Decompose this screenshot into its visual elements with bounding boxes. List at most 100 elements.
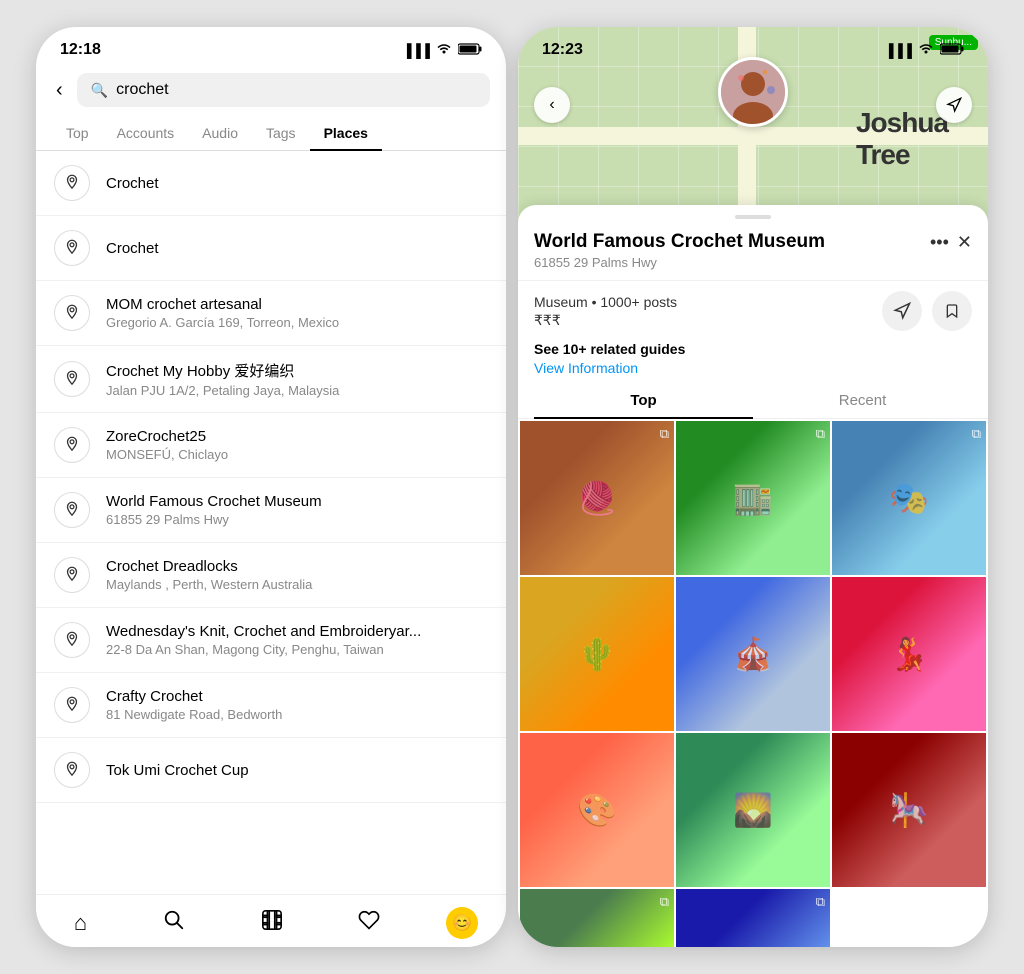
sheet-meta-left: Museum • 1000+ posts ₹₹₹ (534, 294, 677, 329)
photo-cell[interactable]: 🌄 (676, 733, 830, 887)
photo-cell[interactable]: 🌵 (520, 577, 674, 731)
photo-thumbnail: 🎪 (676, 577, 830, 731)
sheet-guides: See 10+ related guides View Information (518, 337, 988, 384)
search-bar-row: ‹ 🔍 crochet (36, 67, 506, 117)
bottom-sheet: World Famous Crochet Museum ••• ✕ 61855 … (518, 205, 988, 947)
sheet-title-row: World Famous Crochet Museum ••• ✕ (534, 231, 972, 253)
nav-search[interactable] (153, 905, 195, 941)
place-item[interactable]: Crochet (36, 151, 506, 216)
photo-cell[interactable]: 🎨 (520, 733, 674, 887)
place-item[interactable]: Tok Umi Crochet Cup (36, 738, 506, 803)
multi-photo-icon: ⧉ (660, 426, 669, 442)
photo-thumbnail: 💃 (832, 577, 986, 731)
right-time: 12:23 (542, 41, 583, 59)
nav-profile[interactable]: 😊 (446, 907, 478, 939)
map-location-label: JoshuaTree (856, 107, 948, 171)
app-container: 12:18 ▐▐▐ ‹ 🔍 crochet Top (16, 7, 1008, 967)
place-item[interactable]: ZoreCrochet25 MONSEFÚ, Chiclayo (36, 413, 506, 478)
map-nav-button[interactable] (936, 87, 972, 123)
photo-cell[interactable]: 🎠 (832, 733, 986, 887)
sheet-tab-top[interactable]: Top (534, 384, 753, 419)
place-pin-icon (54, 752, 90, 788)
photo-cell[interactable]: 🏪 ⧉ (520, 889, 674, 947)
place-pin-icon (54, 427, 90, 463)
place-address: 61855 29 Palms Hwy (106, 512, 488, 527)
tab-top[interactable]: Top (52, 117, 103, 151)
nav-home[interactable]: ⌂ (64, 906, 97, 940)
map-back-button[interactable]: ‹ (534, 87, 570, 123)
left-phone: 12:18 ▐▐▐ ‹ 🔍 crochet Top (36, 27, 506, 947)
sheet-currency: ₹₹₹ (534, 312, 677, 329)
sheet-title: World Famous Crochet Museum (534, 231, 922, 253)
wifi-icon (436, 43, 452, 58)
place-pin-icon (54, 230, 90, 266)
place-item[interactable]: Crafty Crochet 81 Newdigate Road, Bedwor… (36, 673, 506, 738)
view-info-link[interactable]: View Information (534, 360, 972, 376)
place-info: Wednesday's Knit, Crochet and Embroidery… (106, 623, 488, 657)
place-list: Crochet Crochet MOM (36, 151, 506, 935)
bottom-nav: ⌂ 😊 (36, 894, 506, 947)
sheet-tab-recent[interactable]: Recent (753, 384, 972, 419)
right-status-icons: ▐▐▐ (884, 43, 964, 58)
right-wifi-icon (918, 43, 934, 58)
place-name: Crafty Crochet (106, 688, 488, 705)
place-pin-icon (54, 361, 90, 397)
place-name: MOM crochet artesanal (106, 296, 488, 313)
signal-icon: ▐▐▐ (402, 43, 430, 58)
left-content: ‹ 🔍 crochet TopAccountsAudioTagsPlaces (36, 67, 506, 935)
place-info: Crochet My Hobby 爱好编织 Jalan PJU 1A/2, Pe… (106, 360, 488, 398)
photo-thumbnail: 🎠 (832, 733, 986, 887)
photo-thumbnail: 🧶 (520, 421, 674, 575)
place-item[interactable]: Crochet Dreadlocks Maylands , Perth, Wes… (36, 543, 506, 608)
sheet-meta-row: Museum • 1000+ posts ₹₹₹ (518, 281, 988, 337)
sheet-more-button[interactable]: ••• (922, 232, 957, 253)
send-button[interactable] (882, 291, 922, 331)
photo-cell[interactable]: 🎭 ⧉ (832, 421, 986, 575)
place-address: 22-8 Da An Shan, Magong City, Penghu, Ta… (106, 642, 488, 657)
place-name: Crochet (106, 240, 488, 257)
photo-thumbnail: 🎡 (676, 889, 830, 947)
bookmark-button[interactable] (932, 291, 972, 331)
photo-cell[interactable]: 🧶 ⧉ (520, 421, 674, 575)
photo-cell[interactable]: 🎡 ⧉ (676, 889, 830, 947)
multi-photo-icon: ⧉ (660, 894, 669, 910)
place-item[interactable]: Wednesday's Knit, Crochet and Embroidery… (36, 608, 506, 673)
sheet-address: 61855 29 Palms Hwy (534, 255, 972, 270)
place-item[interactable]: MOM crochet artesanal Gregorio A. García… (36, 281, 506, 346)
place-item[interactable]: World Famous Crochet Museum 61855 29 Pal… (36, 478, 506, 543)
see-guides-text[interactable]: See 10+ related guides (534, 341, 972, 357)
place-name: ZoreCrochet25 (106, 428, 488, 445)
right-status-bar: 12:23 ▐▐▐ (518, 27, 988, 67)
place-pin-icon (54, 295, 90, 331)
tab-places[interactable]: Places (310, 117, 382, 151)
place-name: Crochet Dreadlocks (106, 558, 488, 575)
profile-dot (464, 909, 472, 917)
multi-photo-icon: ⧉ (816, 894, 825, 910)
place-info: MOM crochet artesanal Gregorio A. García… (106, 296, 488, 330)
place-item[interactable]: Crochet (36, 216, 506, 281)
multi-photo-icon: ⧉ (816, 426, 825, 442)
search-icon: 🔍 (91, 82, 108, 99)
place-address: 81 Newdigate Road, Bedworth (106, 707, 488, 722)
photo-thumbnail: 🌵 (520, 577, 674, 731)
tab-tags[interactable]: Tags (252, 117, 310, 151)
sheet-close-button[interactable]: ✕ (957, 232, 972, 253)
photo-thumbnail: 🏪 (520, 889, 674, 947)
place-item[interactable]: Crochet My Hobby 爱好编织 Jalan PJU 1A/2, Pe… (36, 346, 506, 413)
nav-reels[interactable] (251, 905, 293, 941)
photo-cell[interactable]: 💃 (832, 577, 986, 731)
back-button[interactable]: ‹ (52, 75, 67, 106)
place-address: Gregorio A. García 169, Torreon, Mexico (106, 315, 488, 330)
right-battery-icon (940, 43, 964, 58)
search-input-wrap[interactable]: 🔍 crochet (77, 73, 490, 107)
place-info: ZoreCrochet25 MONSEFÚ, Chiclayo (106, 428, 488, 462)
tab-accounts[interactable]: Accounts (103, 117, 189, 151)
place-name: Crochet (106, 175, 488, 192)
search-value: crochet (116, 81, 168, 99)
photo-cell[interactable]: 🎪 (676, 577, 830, 731)
photo-thumbnail: 🌄 (676, 733, 830, 887)
tab-audio[interactable]: Audio (188, 117, 252, 151)
place-address: Jalan PJU 1A/2, Petaling Jaya, Malaysia (106, 383, 488, 398)
photo-cell[interactable]: 🏬 ⧉ (676, 421, 830, 575)
nav-activity[interactable] (348, 905, 390, 941)
